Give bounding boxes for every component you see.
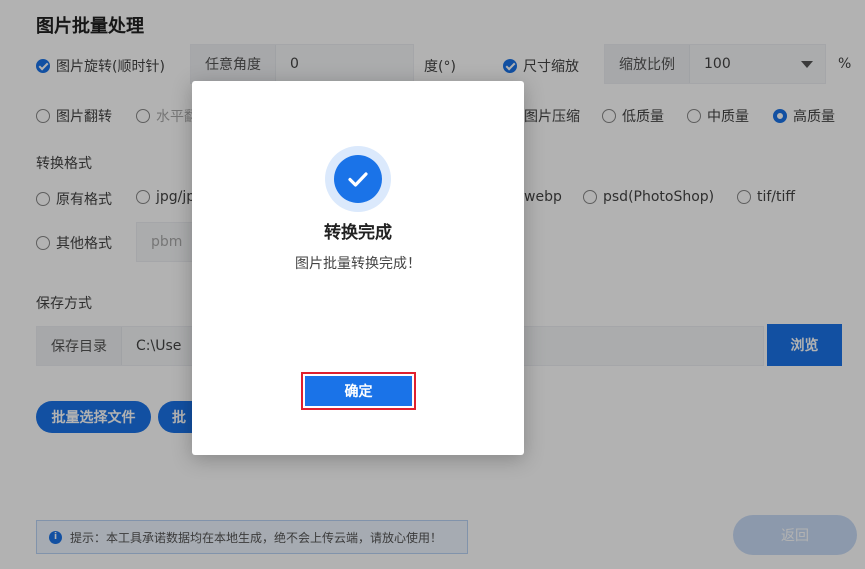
dialog-title: 转换完成	[324, 223, 392, 243]
ok-button-highlight: 确定	[301, 372, 416, 410]
check-circle-icon	[334, 155, 382, 203]
success-icon-ring	[325, 146, 391, 212]
ok-button[interactable]: 确定	[305, 376, 412, 406]
completion-dialog: 转换完成 图片批量转换完成！ 确定	[192, 81, 524, 455]
dialog-message: 图片批量转换完成！	[295, 256, 421, 272]
